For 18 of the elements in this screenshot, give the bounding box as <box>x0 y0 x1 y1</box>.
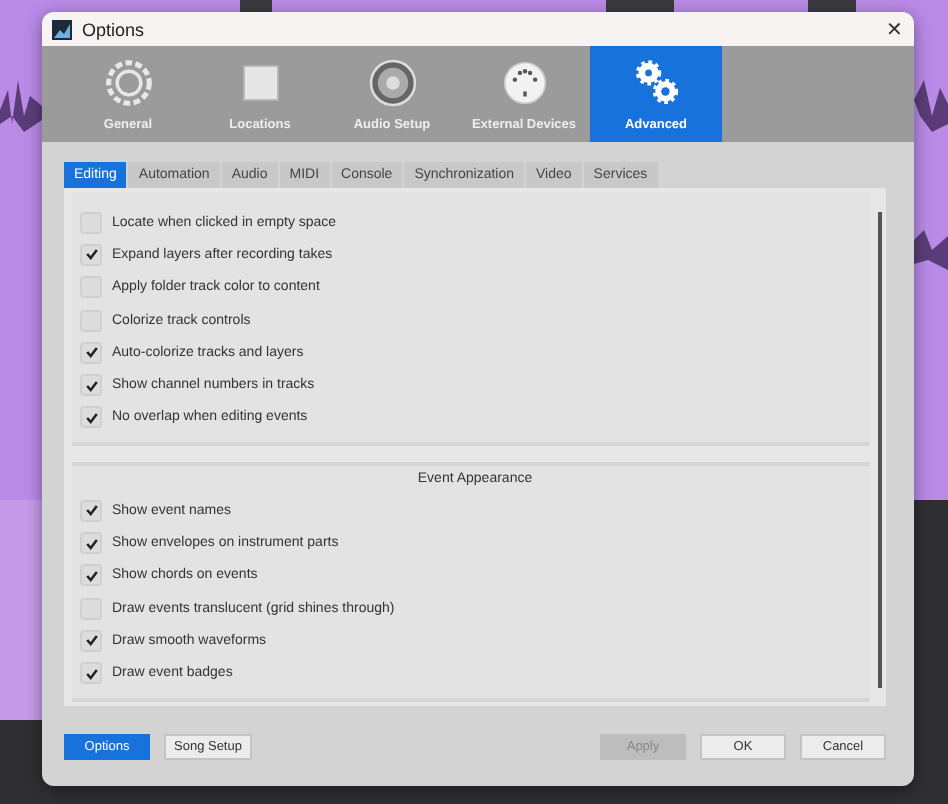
checkbox[interactable] <box>80 564 102 587</box>
window-title: Options <box>82 19 147 39</box>
checkbox[interactable] <box>80 532 102 555</box>
speaker-icon <box>365 56 419 110</box>
checkbox[interactable] <box>80 243 102 266</box>
waveform-drawing <box>914 230 948 270</box>
scrollbar[interactable] <box>878 212 882 688</box>
app-icon <box>52 19 72 39</box>
waveform-drawing <box>0 80 42 132</box>
checkbox[interactable] <box>80 662 102 685</box>
waveform-drawing <box>914 80 948 132</box>
close-button[interactable]: ✕ <box>882 17 906 41</box>
gear-ring-icon <box>101 56 155 110</box>
checkbox[interactable] <box>80 341 102 364</box>
checkbox[interactable] <box>80 499 102 522</box>
checkbox[interactable] <box>80 374 102 397</box>
checkbox[interactable] <box>80 629 102 652</box>
checkbox[interactable] <box>80 406 102 429</box>
